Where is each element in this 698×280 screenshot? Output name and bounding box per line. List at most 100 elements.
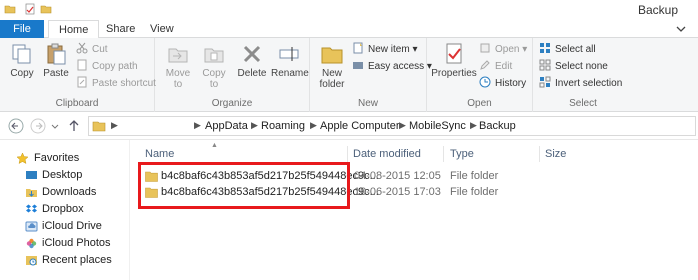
breadcrumb-chevron-icon[interactable]: ▶: [251, 120, 258, 131]
column-header-date[interactable]: Date modified: [353, 148, 421, 160]
properties-button[interactable]: Properties: [431, 42, 477, 79]
edit-button[interactable]: Edit: [479, 59, 512, 75]
new-group: New folder New item ▾ Easy access ▾ New: [310, 38, 432, 112]
cut-label: Cut: [92, 44, 108, 55]
column-divider[interactable]: [539, 146, 540, 162]
address-box[interactable]: ▶ ▶ AppData ▶ Roaming ▶ Apple Computer ▶…: [88, 116, 696, 136]
copy-button[interactable]: Copy: [6, 42, 38, 79]
column-header-name-label: Name: [145, 148, 175, 160]
delete-button[interactable]: Delete: [235, 42, 269, 79]
breadcrumb-chevron-icon[interactable]: ▶: [399, 120, 406, 131]
select-none-icon: [539, 59, 551, 71]
downloads-icon: [26, 189, 37, 197]
breadcrumb-backup[interactable]: Backup: [479, 120, 516, 132]
history-button[interactable]: History: [479, 76, 526, 92]
dropbox-icon: [26, 204, 37, 213]
breadcrumb-mobilesync[interactable]: MobileSync: [409, 120, 466, 132]
delete-icon: [243, 45, 261, 63]
new-folder-quick-icon[interactable]: [40, 3, 52, 15]
column-divider[interactable]: [443, 146, 444, 162]
paste-shortcut-button[interactable]: Paste shortcut: [76, 76, 156, 92]
folder-icon: [4, 5, 16, 14]
nav-dropbox-label: Dropbox: [42, 203, 84, 215]
nav-icloud-drive-label: iCloud Drive: [42, 220, 102, 232]
window-title: Backup: [637, 3, 678, 17]
column-header-type[interactable]: Type: [450, 148, 474, 160]
select-all-label: Select all: [555, 44, 596, 55]
desktop-icon: [26, 171, 37, 179]
history-label: History: [495, 78, 527, 89]
title-bar: Backup: [0, 0, 698, 20]
properties-label: Properties: [431, 68, 477, 79]
open-group: Properties Open ▾ Edit History Open: [427, 38, 533, 112]
file-type: File folder: [450, 170, 499, 182]
copy-path-button[interactable]: Copy path: [76, 59, 138, 75]
file-list: Name ▲ Date modified Type Size b4c8baf6c…: [131, 140, 698, 280]
rename-button[interactable]: Rename: [271, 42, 309, 79]
rename-label: Rename: [271, 68, 309, 79]
copy-to-icon: [204, 48, 224, 63]
open-button[interactable]: Open ▾: [479, 42, 527, 58]
paste-shortcut-icon: [77, 76, 87, 88]
move-to-button[interactable]: Move to: [161, 42, 195, 90]
breadcrumb-chevron-icon[interactable]: ▶: [470, 120, 477, 131]
invert-selection-icon: [539, 76, 551, 88]
new-item-icon: [353, 42, 363, 54]
breadcrumb-chevron-icon[interactable]: ▶: [194, 120, 201, 131]
select-group: Select all Select none Invert selection …: [533, 38, 633, 112]
organize-group-label: Organize: [211, 98, 253, 109]
column-divider[interactable]: [347, 146, 348, 162]
highlight-box: [138, 162, 350, 209]
open-group-label: Open: [467, 98, 492, 109]
paste-button[interactable]: Paste: [40, 42, 72, 79]
easy-access-icon: [353, 62, 363, 69]
ribbon-tabs: File Home Share View: [0, 20, 698, 39]
column-header-date-label: Date modified: [353, 148, 421, 160]
new-item-button[interactable]: New item ▾: [352, 42, 418, 58]
nav-icloud-photos-label: iCloud Photos: [42, 237, 111, 249]
select-none-button[interactable]: Select none: [539, 59, 608, 75]
new-group-label: New: [357, 98, 378, 109]
paste-label: Paste: [43, 68, 69, 79]
chevron-down-icon[interactable]: [676, 24, 686, 34]
new-folder-button[interactable]: New folder: [316, 42, 348, 90]
open-label: Open: [495, 44, 520, 55]
breadcrumb-chevron-icon[interactable]: ▶: [111, 120, 118, 131]
breadcrumb-chevron-icon[interactable]: ▶: [310, 120, 317, 131]
up-arrow-icon[interactable]: [66, 118, 82, 134]
tab-view[interactable]: View: [140, 20, 184, 38]
new-folder-icon: [321, 47, 343, 64]
icloud-drive-icon: [25, 221, 38, 232]
breadcrumb-apple-computer[interactable]: Apple Computer: [320, 120, 400, 132]
recent-places-icon: [26, 256, 37, 266]
easy-access-button[interactable]: Easy access ▾: [352, 59, 432, 75]
tab-home[interactable]: Home: [48, 20, 100, 39]
properties-icon: [446, 43, 462, 64]
new-folder-label-line1: New: [321, 68, 342, 79]
column-header-name[interactable]: Name: [145, 148, 174, 160]
properties-quick-icon[interactable]: [24, 3, 36, 15]
cut-button[interactable]: Cut: [76, 42, 108, 58]
column-header-type-label: Type: [450, 148, 474, 160]
back-icon[interactable]: [8, 118, 24, 134]
column-header-size[interactable]: Size: [545, 148, 566, 160]
file-type: File folder: [450, 186, 499, 198]
edit-label: Edit: [495, 61, 513, 72]
select-all-icon: [540, 43, 550, 53]
invert-selection-button[interactable]: Invert selection: [539, 76, 622, 92]
nav-downloads-label: Downloads: [42, 186, 97, 198]
breadcrumb-appdata[interactable]: AppData: [205, 120, 248, 132]
star-icon: [16, 152, 29, 165]
forward-icon[interactable]: [30, 118, 46, 134]
move-to-label: Move to: [165, 68, 191, 90]
recent-locations-chevron-icon[interactable]: [50, 118, 60, 134]
ribbon: Copy Paste Cut Copy path Paste shortcut …: [0, 38, 698, 112]
breadcrumb-roaming[interactable]: Roaming: [261, 120, 305, 132]
copy-to-button[interactable]: Copy to: [197, 42, 231, 90]
rename-icon: [279, 47, 299, 61]
tab-share[interactable]: Share: [96, 20, 145, 38]
tab-file[interactable]: File: [0, 20, 44, 38]
file-date: 04-08-2015 12:05: [354, 170, 441, 182]
select-all-button[interactable]: Select all: [539, 42, 596, 58]
delete-label: Delete: [237, 68, 267, 79]
